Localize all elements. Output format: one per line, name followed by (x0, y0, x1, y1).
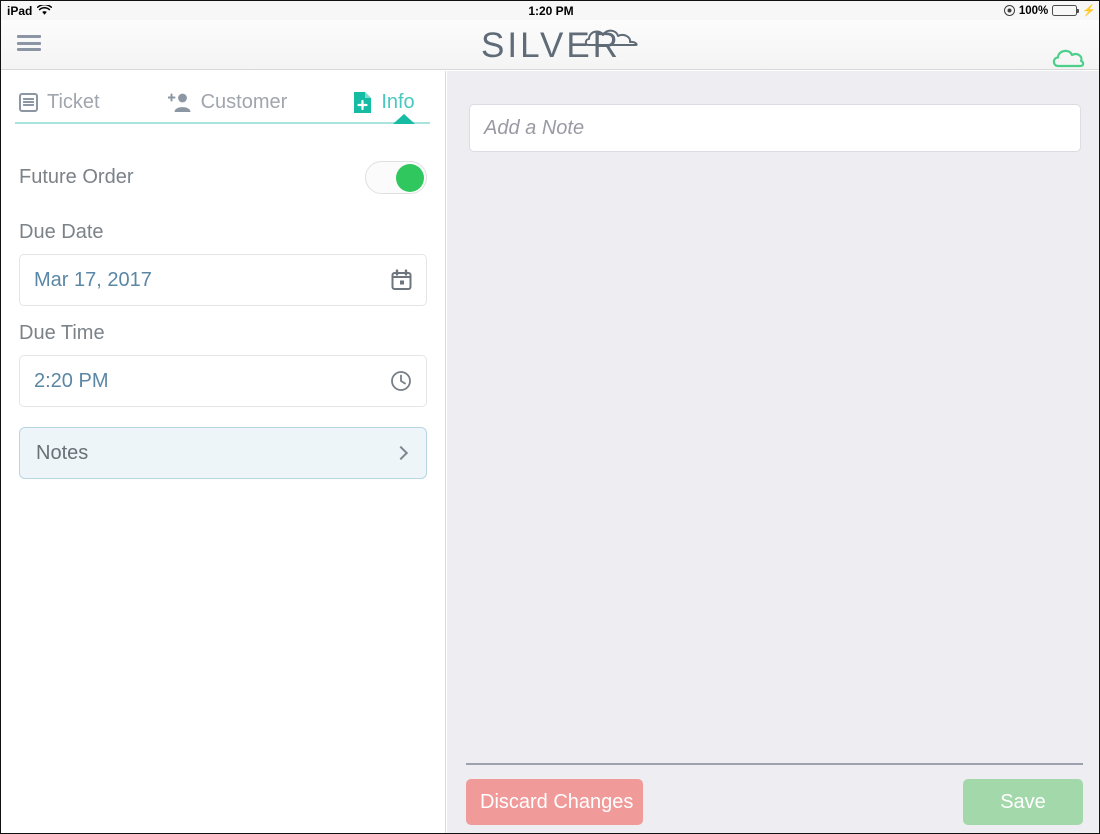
tab-underline (15, 122, 430, 124)
app-window: iPad 1:20 PM 100% ⚡ SILVER Ticket Custom… (0, 0, 1100, 834)
add-note-field[interactable]: Add a Note (469, 104, 1081, 152)
tab-ticket-label: Ticket (47, 90, 100, 113)
location-services-icon (1003, 5, 1015, 16)
footer-divider (466, 763, 1083, 765)
add-person-icon (167, 93, 191, 112)
notes-row[interactable]: Notes (19, 427, 427, 479)
tab-bar: Ticket Customer Info (1, 71, 445, 133)
due-date-value: Mar 17, 2017 (34, 268, 152, 291)
cloud-sync-icon[interactable] (1051, 48, 1085, 68)
due-time-input[interactable]: 2:20 PM (19, 355, 427, 407)
battery-full-icon (1052, 5, 1080, 16)
due-date-group: Due Date Mar 17, 2017 (19, 221, 427, 306)
battery-percent-label: 100% (1018, 4, 1049, 17)
due-date-input[interactable]: Mar 17, 2017 (19, 254, 427, 306)
future-order-row: Future Order (19, 149, 427, 205)
due-date-label: Due Date (19, 221, 104, 243)
cloud-icon (584, 29, 638, 46)
chevron-right-icon (393, 445, 409, 461)
tab-ticket[interactable]: Ticket (19, 79, 100, 125)
clock-icon[interactable] (390, 370, 412, 392)
lightning-bolt-icon: ⚡ (1082, 5, 1096, 17)
save-button[interactable]: Save (963, 779, 1083, 825)
tab-customer[interactable]: Customer (167, 79, 288, 125)
toggle-knob (396, 163, 424, 192)
left-panel: Ticket Customer Info Future Order Due Da… (1, 71, 446, 833)
tab-customer-label: Customer (200, 90, 288, 113)
calendar-icon[interactable] (391, 269, 412, 291)
app-logo: SILVER (1, 28, 1099, 66)
document-add-icon (354, 91, 372, 113)
add-note-placeholder: Add a Note (484, 116, 585, 139)
notes-label: Notes (36, 441, 89, 464)
ticket-list-icon (19, 92, 38, 112)
right-panel: Add a Note Discard Changes Save (447, 71, 1099, 833)
ios-status-bar: iPad 1:20 PM 100% ⚡ (1, 1, 1099, 20)
status-bar-right: 100% ⚡ (1003, 4, 1096, 17)
due-time-value: 2:20 PM (34, 369, 109, 392)
future-order-label: Future Order (19, 165, 134, 188)
future-order-toggle[interactable] (365, 160, 427, 194)
active-tab-indicator (393, 114, 415, 124)
tab-info-label: Info (381, 90, 415, 113)
info-form: Future Order Due Date Mar 17, 2017 Due T… (1, 149, 445, 479)
due-time-group: Due Time 2:20 PM (19, 322, 427, 407)
discard-changes-button[interactable]: Discard Changes (466, 779, 643, 825)
app-header: SILVER (1, 20, 1099, 70)
due-time-label: Due Time (19, 322, 105, 344)
status-bar-clock: 1:20 PM (528, 3, 574, 18)
